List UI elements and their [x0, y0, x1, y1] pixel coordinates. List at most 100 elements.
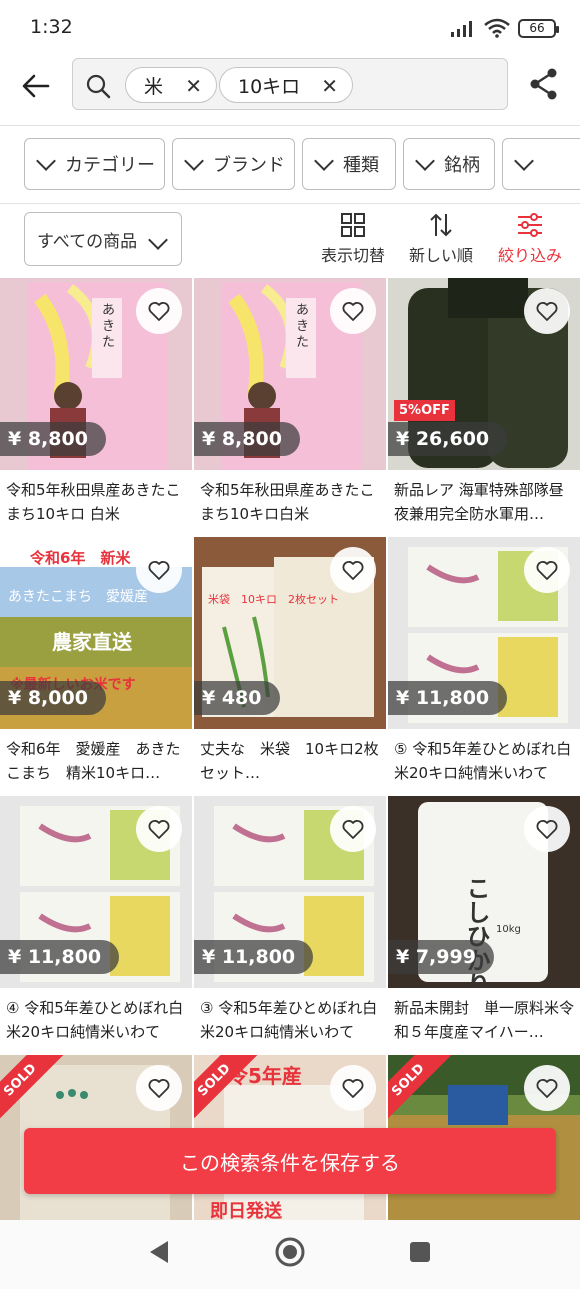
- svg-text:き: き: [296, 319, 309, 334]
- image-text: 農家直送: [52, 630, 133, 654]
- product-card[interactable]: あ き た ¥ 8,800 令和5年秋田県産あきたこまち10キロ 白米: [0, 278, 192, 528]
- price-tag: ¥ 8,800: [194, 422, 300, 456]
- product-image: 5%OFF ¥ 26,600: [388, 278, 580, 470]
- product-card[interactable]: ¥ 11,800 ⑤ 令和5年差ひとめぼれ白米20キロ純情米いわて: [388, 537, 580, 787]
- share-button[interactable]: [526, 66, 562, 102]
- chip-label: 米: [144, 75, 164, 98]
- like-button[interactable]: [524, 547, 570, 593]
- back-arrow-icon: [22, 74, 50, 98]
- price-tag: ¥ 11,800: [388, 681, 508, 715]
- status-icons: 66: [450, 18, 559, 38]
- like-button[interactable]: [330, 547, 376, 593]
- product-image: あ き た ¥ 8,800: [194, 278, 386, 470]
- view-toggle-button[interactable]: 表示切替: [321, 212, 385, 266]
- filter-sliders-icon: [518, 213, 542, 237]
- heart-icon: [342, 302, 364, 321]
- home-circle-icon: [275, 1237, 305, 1267]
- remove-chip-icon[interactable]: ✕: [321, 74, 338, 98]
- nav-back-button[interactable]: [146, 1238, 172, 1270]
- like-button[interactable]: [330, 806, 376, 852]
- nav-home-button[interactable]: [274, 1236, 306, 1272]
- product-card[interactable]: 米袋 10キロ 2枚セット ¥ 480 丈夫な 米袋 10キロ2枚セット…: [194, 537, 386, 787]
- filter-variety[interactable]: 銘柄: [403, 138, 495, 190]
- filter-type[interactable]: 種類: [302, 138, 396, 190]
- like-button[interactable]: [330, 288, 376, 334]
- product-title: 新品未開封 単一原料米令和５年度産マイハー…: [394, 999, 575, 1041]
- like-button[interactable]: [136, 806, 182, 852]
- status-time: 1:32: [30, 16, 73, 38]
- battery-level: 66: [529, 21, 545, 35]
- filter-brand[interactable]: ブランド: [172, 138, 295, 190]
- like-button[interactable]: [524, 1065, 570, 1111]
- system-nav-bar: [0, 1220, 580, 1289]
- filter-label: 種類: [343, 155, 379, 176]
- svg-text:あ: あ: [296, 303, 309, 318]
- heart-icon: [148, 820, 170, 839]
- filter-label: カテゴリー: [65, 155, 155, 176]
- product-image: 米袋 10キロ 2枚セット ¥ 480: [194, 537, 386, 729]
- product-title: 令和5年秋田県産あきたこまち10キロ白米: [200, 481, 375, 523]
- product-card[interactable]: ¥ 11,800 ③ 令和5年差ひとめぼれ白米20キロ純情米いわて: [194, 796, 386, 1046]
- discount-badge: 5%OFF: [394, 400, 455, 421]
- product-image: こしひかり 10kg ¥ 7,999: [388, 796, 580, 988]
- sort-newest-button[interactable]: 新しい順: [409, 212, 473, 266]
- image-text: 令和6年 新米: [30, 549, 131, 567]
- view-toggle-label: 表示切替: [321, 246, 386, 265]
- product-image: ¥ 11,800: [194, 796, 386, 988]
- price-tag: ¥ 8,000: [0, 681, 106, 715]
- filter-category[interactable]: カテゴリー: [24, 138, 165, 190]
- product-card[interactable]: こしひかり 10kg ¥ 7,999 新品未開封 単一原料米令和５年度産マイハー…: [388, 796, 580, 1046]
- like-button[interactable]: [524, 288, 570, 334]
- share-icon: [530, 68, 557, 100]
- save-search-button[interactable]: この検索条件を保存する: [24, 1128, 556, 1194]
- recents-square-icon: [410, 1242, 430, 1262]
- search-chip-10kg[interactable]: 10キロ ✕: [219, 67, 353, 103]
- product-image: あ き た ¥ 8,800: [0, 278, 192, 470]
- heart-icon: [148, 1079, 170, 1098]
- like-button[interactable]: [330, 1065, 376, 1111]
- heart-icon: [536, 302, 558, 321]
- search-header: 米 ✕ 10キロ ✕: [0, 56, 580, 116]
- save-search-label: この検索条件を保存する: [180, 1150, 400, 1175]
- svg-text:た: た: [296, 335, 309, 350]
- product-card[interactable]: 令和6年 新米 あきたこまち 愛媛産 農家直送 ※最新しいお米です ¥ 8,00…: [0, 537, 192, 787]
- svg-text:た: た: [102, 335, 115, 350]
- chevron-down-icon: [415, 151, 435, 171]
- heart-icon: [536, 561, 558, 580]
- price-tag: ¥ 480: [194, 681, 280, 715]
- nav-recents-button[interactable]: [408, 1240, 432, 1268]
- product-title: ⑤ 令和5年差ひとめぼれ白米20キロ純情米いわて: [394, 740, 572, 782]
- search-box[interactable]: 米 ✕ 10キロ ✕: [72, 58, 508, 110]
- like-button[interactable]: [136, 1065, 182, 1111]
- refine-button[interactable]: 絞り込み: [498, 212, 562, 266]
- product-title: 丈夫な 米袋 10キロ2枚セット…: [200, 740, 379, 782]
- heart-icon: [536, 1079, 558, 1098]
- product-card[interactable]: ¥ 11,800 ④ 令和5年差ひとめぼれ白米20キロ純情米いわて: [0, 796, 192, 1046]
- heart-icon: [148, 561, 170, 580]
- sort-newest-label: 新しい順: [409, 246, 474, 265]
- heart-icon: [342, 820, 364, 839]
- all-products-dropdown[interactable]: すべての商品: [24, 212, 182, 266]
- image-text: あきたこまち 愛媛産: [8, 589, 148, 605]
- back-button[interactable]: [18, 68, 54, 104]
- product-title: ③ 令和5年差ひとめぼれ白米20キロ純情米いわて: [200, 999, 378, 1041]
- chip-label: 10キロ: [238, 75, 301, 98]
- battery-icon: 66: [518, 18, 559, 38]
- price-tag: ¥ 7,999: [388, 940, 494, 974]
- search-chip-rice[interactable]: 米 ✕: [125, 67, 217, 103]
- product-card[interactable]: 5%OFF ¥ 26,600 新品レア 海軍特殊部隊昼夜兼用完全防水軍用…: [388, 278, 580, 528]
- image-text: 即日発送: [210, 1200, 283, 1220]
- svg-text:あ: あ: [102, 303, 115, 318]
- chevron-down-icon: [36, 151, 56, 171]
- chevron-down-icon: [148, 230, 168, 250]
- remove-chip-icon[interactable]: ✕: [185, 74, 202, 98]
- product-title: 令和5年秋田県産あきたこまち10キロ 白米: [6, 481, 181, 523]
- heart-icon: [536, 820, 558, 839]
- product-card[interactable]: あ き た ¥ 8,800 令和5年秋田県産あきたこまち10キロ白米: [194, 278, 386, 528]
- like-button[interactable]: [136, 547, 182, 593]
- filter-more[interactable]: [502, 138, 580, 190]
- like-button[interactable]: [524, 806, 570, 852]
- sort-row: すべての商品 表示切替 新しい順 絞り込み: [0, 204, 580, 276]
- price-tag: ¥ 26,600: [388, 422, 508, 456]
- like-button[interactable]: [136, 288, 182, 334]
